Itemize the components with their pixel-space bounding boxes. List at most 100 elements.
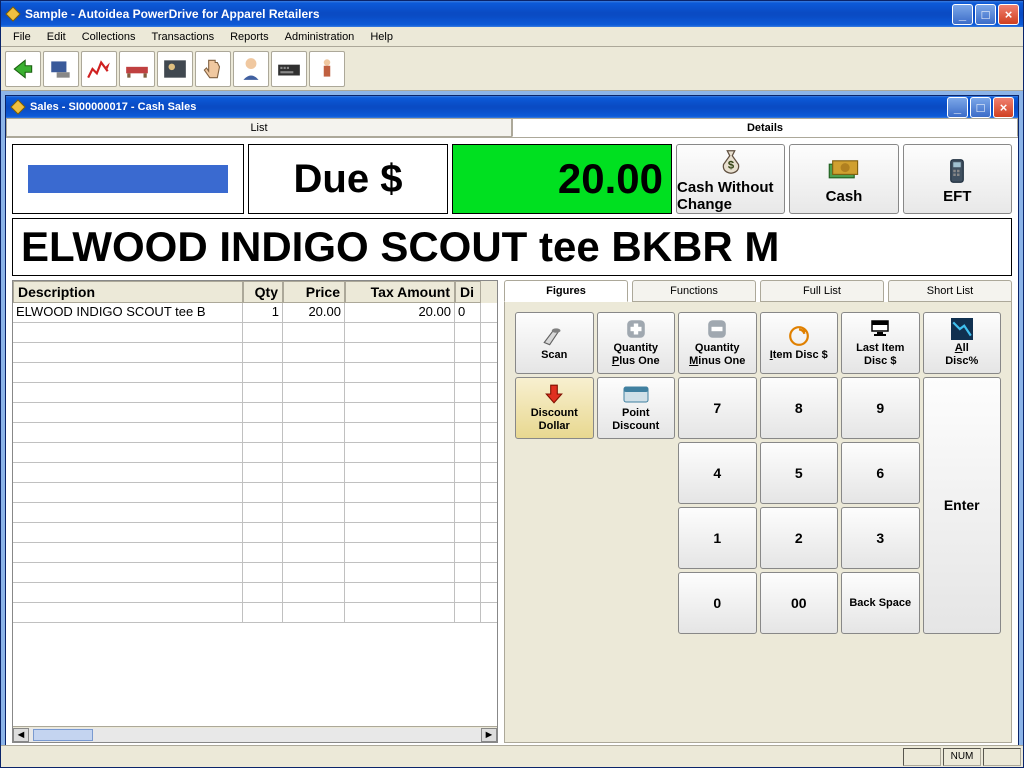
keypad-2[interactable]: 2 [760, 507, 839, 569]
menubar: File Edit Collections Transactions Repor… [1, 27, 1023, 47]
keypad-8[interactable]: 8 [760, 377, 839, 439]
toolbar-back-button[interactable] [5, 51, 41, 87]
sales-minimize-button[interactable]: _ [947, 97, 968, 118]
main-window-title: Sample - Autoidea PowerDrive for Apparel… [25, 7, 952, 21]
table-row[interactable] [13, 323, 497, 343]
scanner-icon [541, 325, 567, 347]
table-row[interactable] [13, 503, 497, 523]
col-qty[interactable]: Qty [243, 281, 283, 303]
menu-collections[interactable]: Collections [74, 29, 144, 45]
sales-window-title: Sales - SI00000017 - Cash Sales [30, 101, 947, 113]
toolbar-keyboard-button[interactable] [271, 51, 307, 87]
keypad-4[interactable]: 4 [678, 442, 757, 504]
cash-button[interactable]: Cash [789, 144, 898, 214]
main-titlebar: Sample - Autoidea PowerDrive for Apparel… [1, 1, 1023, 27]
menu-transactions[interactable]: Transactions [144, 29, 223, 45]
tab-full-list[interactable]: Full List [760, 280, 884, 302]
table-row[interactable] [13, 523, 497, 543]
discount-dollar-button[interactable]: Discount Dollar [515, 377, 594, 439]
current-product-name: ELWOOD INDIGO SCOUT tee BKBR M [12, 218, 1012, 276]
toolbar-photo-button[interactable] [157, 51, 193, 87]
table-row[interactable] [13, 483, 497, 503]
table-row[interactable] [13, 343, 497, 363]
scroll-thumb[interactable] [33, 729, 93, 741]
keypad-backspace[interactable]: Back Space [841, 572, 920, 634]
tab-list[interactable]: List [6, 118, 512, 137]
table-row[interactable] [13, 463, 497, 483]
disc-dollar-icon [788, 325, 810, 347]
tab-short-list[interactable]: Short List [888, 280, 1012, 302]
table-row[interactable] [13, 543, 497, 563]
statusbar: NUM [1, 745, 1023, 767]
menu-help[interactable]: Help [362, 29, 401, 45]
last-item-disc-button[interactable]: Last ItemDisc $ [841, 312, 920, 374]
table-row[interactable] [13, 443, 497, 463]
main-close-button[interactable]: × [998, 4, 1019, 25]
scroll-right-arrow[interactable]: ► [481, 728, 497, 742]
keypad-7[interactable]: 7 [678, 377, 757, 439]
sales-close-button[interactable]: × [993, 97, 1014, 118]
keypad-6[interactable]: 6 [841, 442, 920, 504]
sales-maximize-button[interactable]: □ [970, 97, 991, 118]
keypad-enter[interactable]: Enter [923, 377, 1002, 634]
menu-edit[interactable]: Edit [39, 29, 74, 45]
minus-icon [706, 318, 728, 340]
cash-without-change-button[interactable]: $ Cash Without Change [676, 144, 785, 214]
tab-details[interactable]: Details [512, 118, 1018, 137]
status-cell-1 [903, 748, 941, 766]
qty-plus-button[interactable]: QuantityPlus One [597, 312, 676, 374]
table-row[interactable]: ELWOOD INDIGO SCOUT tee B120.0020.000 [13, 303, 497, 323]
main-minimize-button[interactable]: _ [952, 4, 973, 25]
menu-reports[interactable]: Reports [222, 29, 277, 45]
keypad-00[interactable]: 00 [760, 572, 839, 634]
qty-minus-button[interactable]: QuantityMinus One [678, 312, 757, 374]
tab-figures[interactable]: Figures [504, 280, 628, 302]
eft-terminal-icon [942, 154, 972, 188]
toolbar-figure-button[interactable] [309, 51, 345, 87]
col-description[interactable]: Description [13, 281, 243, 303]
keypad-3[interactable]: 3 [841, 507, 920, 569]
menu-administration[interactable]: Administration [277, 29, 363, 45]
scroll-left-arrow[interactable]: ◄ [13, 728, 29, 742]
col-tax-amount[interactable]: Tax Amount [345, 281, 455, 303]
due-indicator-box [12, 144, 244, 214]
due-amount: 20.00 [452, 144, 672, 214]
tab-functions[interactable]: Functions [632, 280, 756, 302]
main-tabs: List Details [6, 118, 1018, 138]
table-row[interactable] [13, 583, 497, 603]
app-icon [5, 6, 21, 22]
items-grid: Description Qty Price Tax Amount Di ELWO… [12, 280, 498, 743]
cash-icon [827, 154, 861, 188]
keypad-1[interactable]: 1 [678, 507, 757, 569]
keypad-0[interactable]: 0 [678, 572, 757, 634]
menu-file[interactable]: File [5, 29, 39, 45]
table-row[interactable] [13, 383, 497, 403]
all-disc-percent-button[interactable]: AllDisc% [923, 312, 1002, 374]
point-discount-button[interactable]: Point Discount [597, 377, 676, 439]
table-row[interactable] [13, 423, 497, 443]
toolbar-person-button[interactable] [233, 51, 269, 87]
toolbar-hand-button[interactable] [195, 51, 231, 87]
svg-text:$: $ [728, 159, 735, 171]
plus-icon [625, 318, 647, 340]
status-num: NUM [943, 748, 981, 766]
table-row[interactable] [13, 403, 497, 423]
keypad-5[interactable]: 5 [760, 442, 839, 504]
status-cell-3 [983, 748, 1021, 766]
toolbar-product-button[interactable] [119, 51, 155, 87]
col-price[interactable]: Price [283, 281, 345, 303]
table-row[interactable] [13, 363, 497, 383]
grid-horizontal-scrollbar[interactable]: ◄ ► [13, 726, 497, 742]
main-maximize-button[interactable]: □ [975, 4, 996, 25]
toolbar-terminal-button[interactable] [43, 51, 79, 87]
col-di[interactable]: Di [455, 281, 481, 303]
eft-button[interactable]: EFT [903, 144, 1012, 214]
table-row[interactable] [13, 603, 497, 623]
table-row[interactable] [13, 563, 497, 583]
keypad-9[interactable]: 9 [841, 377, 920, 439]
toolbar-chart-button[interactable] [81, 51, 117, 87]
money-bag-icon: $ [716, 145, 746, 179]
item-disc-dollar-button[interactable]: Item Disc $ [760, 312, 839, 374]
arrow-down-icon [543, 383, 565, 405]
scan-button[interactable]: Scan [515, 312, 594, 374]
